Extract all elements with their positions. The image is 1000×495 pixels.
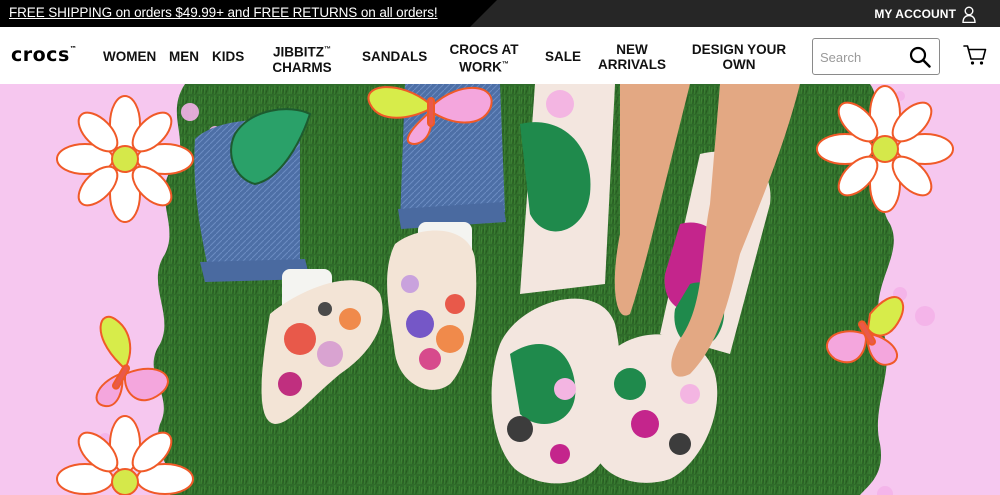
nav-women-label: WOMEN — [103, 49, 157, 64]
promo-bar: FREE SHIPPING on orders $49.99+ and FREE… — [0, 0, 1000, 27]
nav-jibbitz-line2: CHARMS — [272, 59, 332, 75]
nav-men-label: MEN — [169, 49, 199, 64]
nav-jibbitz-charms[interactable]: JIBBITZ™ CHARMS — [268, 42, 336, 75]
my-account-link[interactable]: MY ACCOUNT — [874, 4, 976, 24]
nav-design-your-own-line1: DESIGN YOUR — [691, 42, 787, 57]
search-icon[interactable] — [909, 46, 931, 73]
search-box — [812, 38, 940, 75]
nav-crocs-at-work[interactable]: CROCS AT WORK™ — [446, 42, 522, 75]
crocs-logo-text: crocs — [11, 44, 70, 66]
user-icon — [962, 6, 976, 23]
hero-image — [56, 84, 954, 495]
crocs-logo[interactable]: crocs™ — [11, 44, 77, 66]
nav-sandals-label: SANDALS — [362, 49, 428, 64]
crocs-logo-trademark: ™ — [69, 45, 78, 53]
nav-design-your-own-line2: OWN — [722, 57, 756, 72]
my-account-label: MY ACCOUNT — [874, 7, 956, 21]
nav-crocs-at-work-line2: WORK — [459, 59, 502, 75]
nav-sandals[interactable]: SANDALS — [362, 49, 427, 64]
main-navigation: crocs™ WOMEN MEN KIDS JIBBITZ™ CHARMS SA… — [0, 27, 1000, 85]
nav-design-your-own[interactable]: DESIGN YOUR OWN — [690, 42, 788, 72]
nav-women[interactable]: WOMEN — [103, 49, 156, 64]
nav-new-arrivals[interactable]: NEW ARRIVALS — [598, 42, 666, 72]
nav-kids[interactable]: KIDS — [212, 49, 244, 64]
nav-crocs-at-work-mark: ™ — [501, 61, 509, 68]
nav-new-arrivals-line2: ARRIVALS — [598, 57, 667, 72]
search-input[interactable] — [820, 48, 900, 66]
nav-new-arrivals-line1: NEW — [616, 42, 648, 57]
hero-banner[interactable] — [0, 84, 1000, 495]
nav-jibbitz-line1: JIBBITZ — [272, 44, 324, 60]
promo-link[interactable]: FREE SHIPPING on orders $49.99+ and FREE… — [9, 5, 438, 20]
nav-kids-label: KIDS — [212, 49, 245, 64]
nav-men[interactable]: MEN — [169, 49, 199, 64]
cart-icon[interactable] — [963, 44, 987, 71]
nav-jibbitz-mark: ™ — [324, 46, 331, 53]
nav-sale-label: SALE — [545, 49, 582, 64]
nav-sale[interactable]: SALE — [545, 49, 581, 64]
nav-crocs-at-work-line1: CROCS AT — [449, 42, 519, 57]
